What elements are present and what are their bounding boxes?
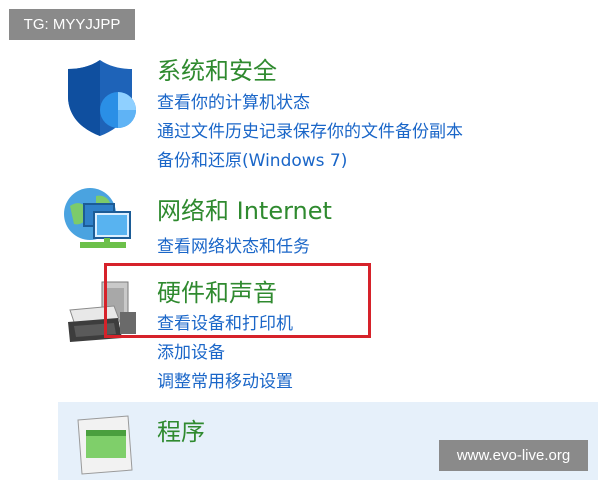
link-adjust-mobility-settings[interactable]: 调整常用移动设置 bbox=[157, 367, 293, 392]
link-backup-restore[interactable]: 备份和还原(Windows 7) bbox=[157, 146, 347, 171]
category-title-network-internet[interactable]: 网络和 Internet bbox=[157, 191, 332, 226]
shield-icon bbox=[66, 58, 138, 138]
link-file-history-backup[interactable]: 通过文件历史记录保存你的文件备份副本 bbox=[157, 117, 463, 142]
link-view-computer-status[interactable]: 查看你的计算机状态 bbox=[157, 88, 310, 113]
category-title-system-security[interactable]: 系统和安全 bbox=[157, 51, 277, 86]
programs-icon bbox=[70, 410, 140, 480]
link-add-device[interactable]: 添加设备 bbox=[157, 338, 225, 363]
category-title-programs[interactable]: 程序 bbox=[157, 412, 205, 447]
watermark: www.evo-live.org bbox=[439, 440, 588, 471]
highlight-box bbox=[104, 263, 371, 338]
link-view-network-status[interactable]: 查看网络状态和任务 bbox=[157, 232, 310, 257]
network-globe-icon bbox=[60, 186, 140, 258]
tg-badge: TG: MYYJJPP bbox=[9, 9, 135, 40]
